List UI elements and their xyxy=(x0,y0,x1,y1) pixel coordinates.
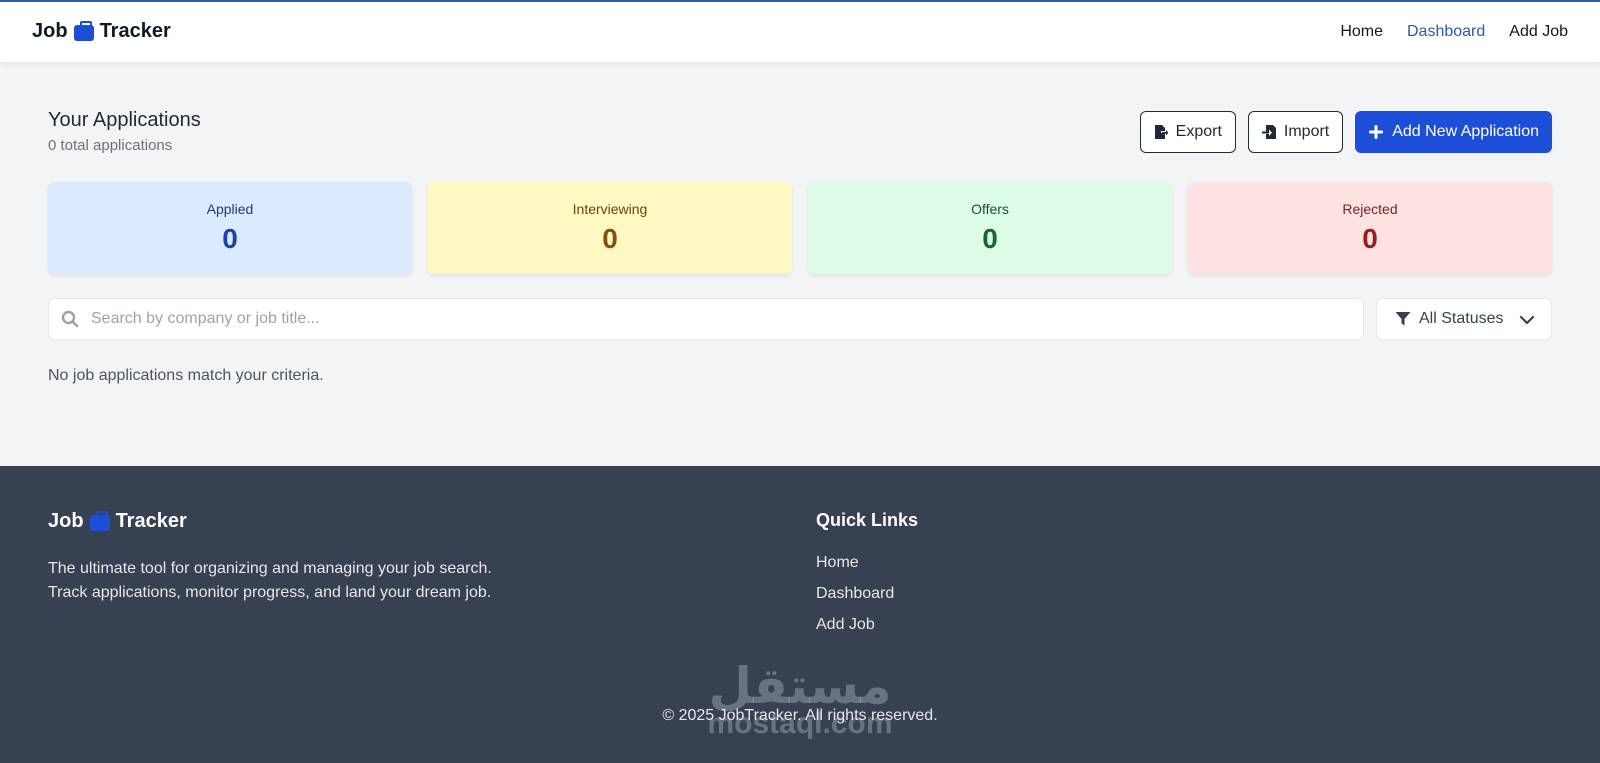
filter-icon xyxy=(1395,312,1411,326)
chevron-down-icon xyxy=(1519,315,1535,325)
briefcase-icon xyxy=(89,510,110,531)
nav-home-link[interactable]: Home xyxy=(1340,23,1383,41)
stat-value: 0 xyxy=(982,223,998,254)
page-title: Your Applications xyxy=(48,109,201,131)
brand-text-job: Job xyxy=(32,20,68,42)
stat-value: 0 xyxy=(602,223,618,254)
export-label: Export xyxy=(1175,123,1222,140)
stat-label: Offers xyxy=(971,201,1009,217)
nav-add-job-link[interactable]: Add Job xyxy=(1509,23,1568,41)
stat-value: 0 xyxy=(222,223,238,254)
quick-links-list: Home Dashboard Add Job xyxy=(816,554,894,647)
applications-count: 0 total applications xyxy=(48,137,173,154)
import-icon xyxy=(1261,125,1276,139)
plus-icon xyxy=(1369,125,1384,139)
copyright-text: © 2025 JobTracker. All rights reserved. xyxy=(662,707,938,724)
footer-link-add-job[interactable]: Add Job xyxy=(816,616,894,634)
add-new-application-button[interactable]: Add New Application xyxy=(1355,111,1552,153)
action-toolbar: Export Import Add New Application xyxy=(1139,111,1552,153)
export-icon xyxy=(1154,125,1168,139)
add-new-application-label: Add New Application xyxy=(1392,123,1539,140)
footer-brand-text-tracker: Tracker xyxy=(115,510,187,532)
status-filter-value: All Statuses xyxy=(1419,310,1504,327)
status-summary: Applied 0 Interviewing 0 Offers 0 Reject… xyxy=(48,182,1552,274)
search-input[interactable] xyxy=(91,310,1291,328)
briefcase-icon xyxy=(73,20,94,41)
top-navbar: Job Tracker Home Dashboard Add Job xyxy=(0,0,1600,62)
footer-description: The ultimate tool for organizing and man… xyxy=(48,560,492,601)
search-icon xyxy=(61,310,79,328)
import-label: Import xyxy=(1283,123,1330,140)
stat-card-applied: Applied 0 xyxy=(48,182,412,274)
stat-card-interviewing: Interviewing 0 xyxy=(428,182,792,274)
stat-label: Interviewing xyxy=(572,201,648,217)
watermark-arabic: مستقل xyxy=(708,657,892,715)
export-button[interactable]: Export xyxy=(1139,111,1236,153)
stat-card-rejected: Rejected 0 xyxy=(1188,182,1552,274)
stat-card-offers: Offers 0 xyxy=(808,182,1172,274)
stat-value: 0 xyxy=(1362,223,1378,254)
empty-state-message: No job applications match your criteria. xyxy=(48,367,324,384)
stat-label: Applied xyxy=(206,201,254,217)
nav-dashboard-link[interactable]: Dashboard xyxy=(1407,23,1485,41)
status-filter-select[interactable]: All Statuses xyxy=(1376,298,1552,340)
watermark: مستقل mostaql.com xyxy=(700,661,900,739)
import-button[interactable]: Import xyxy=(1247,111,1344,153)
footer-brand-text-job: Job xyxy=(48,510,84,532)
brand-logo[interactable]: Job Tracker xyxy=(32,20,171,43)
footer-link-dashboard[interactable]: Dashboard xyxy=(816,585,894,603)
site-footer: Job Tracker The ultimate tool for organi… xyxy=(0,466,1600,763)
main-nav: Home Dashboard Add Job xyxy=(1340,23,1568,41)
search-bar xyxy=(48,298,1364,340)
quick-links-title: Quick Links xyxy=(816,510,919,530)
brand-text-tracker: Tracker xyxy=(99,20,171,42)
footer-brand: Job Tracker xyxy=(48,510,187,533)
stat-label: Rejected xyxy=(1342,201,1398,217)
footer-link-home[interactable]: Home xyxy=(816,554,894,572)
